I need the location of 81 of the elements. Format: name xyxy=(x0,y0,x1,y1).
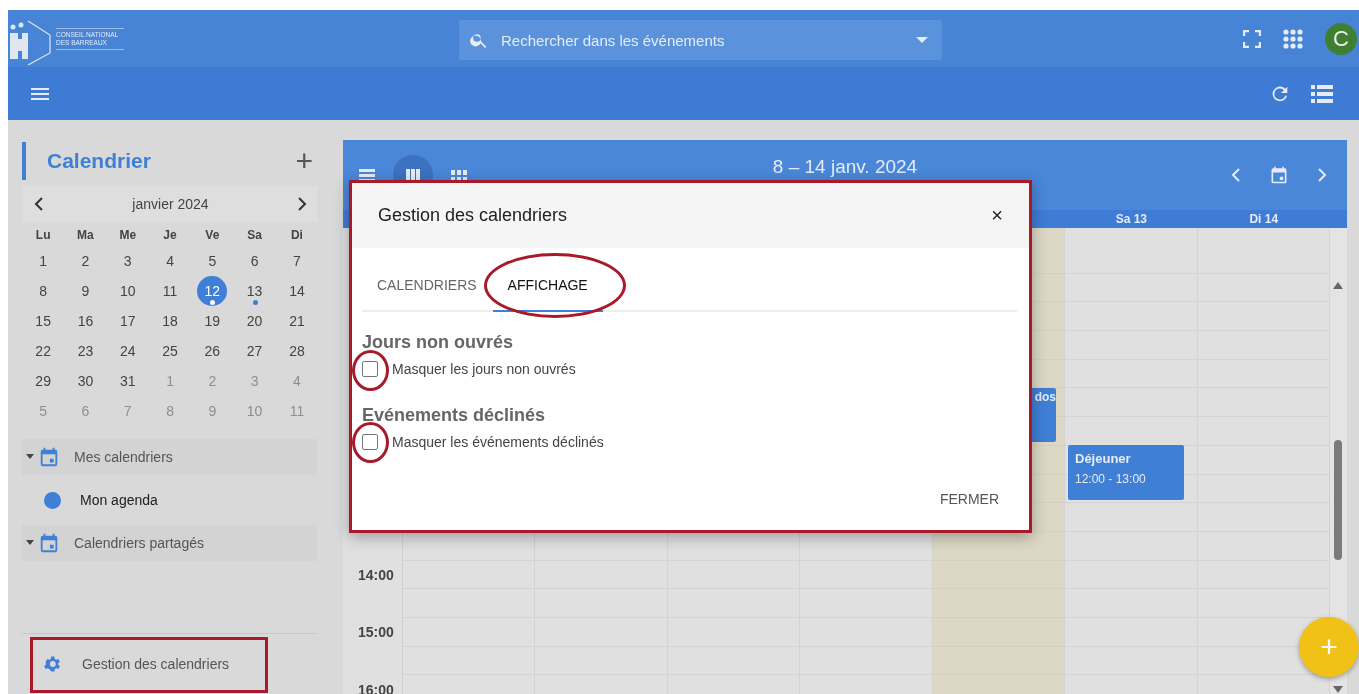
settings-icon xyxy=(42,654,62,674)
calendar-day[interactable]: 6 xyxy=(239,246,270,276)
calendar-day[interactable]: 14 xyxy=(281,276,312,306)
list-icon[interactable] xyxy=(1311,84,1333,103)
calendar-day[interactable]: 15 xyxy=(28,306,59,336)
calendar-day[interactable]: 17 xyxy=(112,306,143,336)
section-heading: Evénements déclinés xyxy=(362,405,547,426)
settings-link[interactable]: Gestion des calendriers xyxy=(22,633,317,694)
weekday-label: Di xyxy=(289,227,304,244)
calendar-day[interactable]: 29 xyxy=(28,366,59,396)
calendar-day[interactable]: 12 xyxy=(197,276,228,306)
calendar-day[interactable]: 31 xyxy=(112,366,143,396)
weekday-label: Ve xyxy=(204,227,221,244)
calendar-icon xyxy=(38,446,60,468)
calendar-day[interactable]: 3 xyxy=(112,246,143,276)
next-icon[interactable] xyxy=(297,197,307,211)
calendar-day[interactable]: 11 xyxy=(155,276,186,306)
calendar-day[interactable]: 20 xyxy=(239,306,270,336)
annotation-circle xyxy=(352,350,389,391)
weekday-label: Je xyxy=(162,227,178,244)
scrollbar-thumb[interactable] xyxy=(1334,440,1342,560)
weekday-label: Sa xyxy=(246,227,263,244)
scroll-up-icon[interactable] xyxy=(1333,282,1343,289)
weekday-label: Lu xyxy=(34,227,52,244)
add-button[interactable]: + xyxy=(295,146,313,176)
calendar-day[interactable]: 13 xyxy=(239,276,270,306)
calendar-day[interactable]: 2 xyxy=(70,246,101,276)
calendar-item[interactable]: Mon agenda xyxy=(22,475,317,525)
calendar-icon[interactable] xyxy=(1269,164,1289,186)
calendar-day[interactable]: 7 xyxy=(281,246,312,276)
calendar-day[interactable]: 30 xyxy=(70,366,101,396)
calendar-day[interactable]: 8 xyxy=(28,276,59,306)
calendar-day[interactable]: 21 xyxy=(281,306,312,336)
close-dialog-button[interactable]: FERMER xyxy=(939,483,999,515)
apps-icon[interactable] xyxy=(1283,28,1303,49)
month-label: janvier 2024 xyxy=(131,196,210,212)
calendar-day[interactable]: 23 xyxy=(70,336,101,366)
checkbox-label: Masquer les événements déclinés xyxy=(392,434,604,450)
search-field[interactable]: Rechercher dans les événements xyxy=(459,20,942,60)
day-header: Di 14 xyxy=(1249,212,1279,226)
calendar-day[interactable]: 19 xyxy=(197,306,228,336)
date-range: 8 – 14 janv. 2024 xyxy=(771,157,919,177)
event-dot xyxy=(252,300,258,305)
time-label: 16:00 xyxy=(358,681,394,694)
calendar-day[interactable]: 24 xyxy=(112,336,143,366)
fullscreen-icon[interactable] xyxy=(1243,29,1261,48)
annotation-circle xyxy=(352,422,389,463)
calendar-day[interactable]: 18 xyxy=(155,306,186,336)
avatar[interactable]: C xyxy=(1325,22,1357,55)
calendar-group[interactable]: Mes calendriers xyxy=(22,439,317,475)
tab[interactable]: AFFICHAGE xyxy=(492,248,603,312)
calendar-day[interactable]: 4 xyxy=(155,246,186,276)
calendar-day[interactable]: 5 xyxy=(197,246,228,276)
sidebar-title: Calendrier xyxy=(47,149,151,173)
checkbox-label: Masquer les jours non ouvrés xyxy=(392,361,576,377)
calendar-day[interactable]: 27 xyxy=(239,336,270,366)
calendar-day[interactable]: 1 xyxy=(28,246,59,276)
tab[interactable]: CALENDRIERS xyxy=(362,248,481,312)
calendar-day[interactable]: 25 xyxy=(155,336,186,366)
calendar-day[interactable]: 26 xyxy=(197,336,228,366)
close-button[interactable]: × xyxy=(991,204,1003,227)
scroll-down-icon[interactable] xyxy=(1333,686,1343,693)
time-label: 14:00 xyxy=(358,566,394,583)
calendar-day[interactable]: 9 xyxy=(70,276,101,306)
section-heading: Jours non ouvrés xyxy=(362,332,515,353)
checkbox[interactable] xyxy=(362,434,378,450)
calendar-day[interactable]: 16 xyxy=(70,306,101,336)
calendar-day[interactable]: 22 xyxy=(28,336,59,366)
checkbox[interactable] xyxy=(362,361,378,377)
calendar-icon xyxy=(38,532,60,554)
weekday-label: Ma xyxy=(76,227,95,244)
calendar-day[interactable]: 28 xyxy=(281,336,312,366)
calendar-group[interactable]: Calendriers partagés xyxy=(22,525,317,561)
previous-icon[interactable] xyxy=(34,197,44,211)
day-header: Sa 13 xyxy=(1115,212,1148,226)
dialog-title: Gestion des calendriers xyxy=(378,205,568,226)
weekday-label: Me xyxy=(118,227,138,244)
calendar-day[interactable]: 10 xyxy=(112,276,143,306)
event-dot xyxy=(210,300,216,305)
time-label: 15:00 xyxy=(358,624,394,641)
dropdown-icon xyxy=(916,36,928,44)
